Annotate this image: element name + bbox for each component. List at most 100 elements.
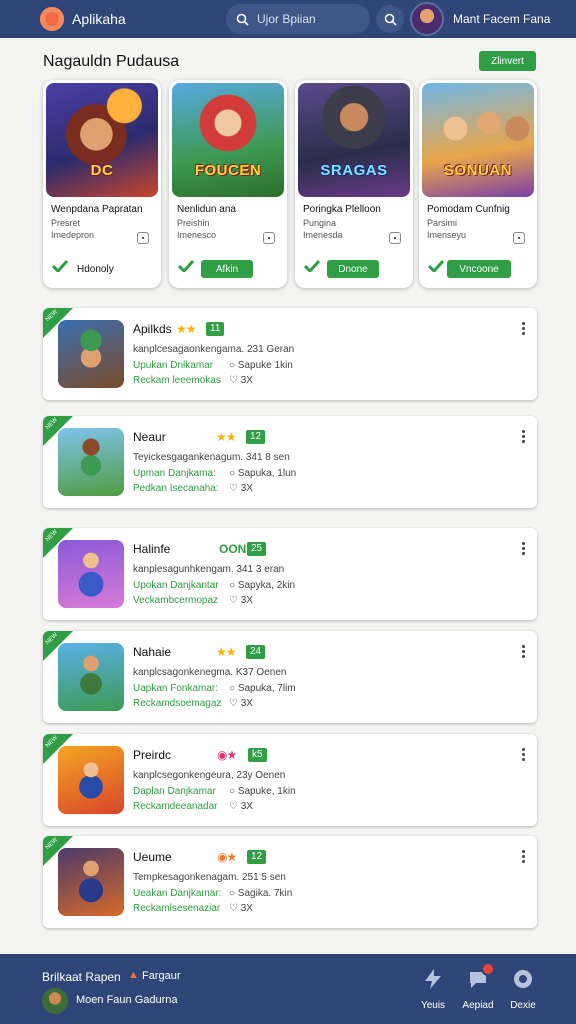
check-icon [428, 260, 444, 272]
info-icon[interactable] [137, 232, 149, 244]
info-icon[interactable] [389, 232, 401, 244]
more-options-icon[interactable] [519, 850, 527, 864]
app-list-item[interactable]: NEW Apilkds ★★ 11 kanplcesagaonkengama. … [43, 308, 537, 400]
bottom-user-name[interactable]: Moen Faun Gadurna [76, 994, 178, 1006]
likes-count: ♡ 3X [229, 801, 253, 812]
more-options-icon[interactable] [519, 645, 527, 659]
game-art: FOUCEN [172, 83, 284, 197]
app-link[interactable]: Reckam leeemokas [133, 375, 221, 386]
app-logo-icon[interactable] [40, 7, 64, 31]
card-subtitle: Imedepron [51, 230, 95, 240]
check-icon [304, 260, 320, 272]
card-subtitle: Imenseyu [427, 230, 467, 240]
lightning-icon [419, 966, 447, 992]
more-options-icon[interactable] [519, 322, 527, 336]
rating-badge: 12 [246, 430, 266, 444]
rating-badge: 25 [247, 542, 267, 556]
more-options-icon[interactable] [519, 542, 527, 556]
app-link[interactable]: Reckamdsoemagaz [133, 698, 221, 709]
avatar[interactable] [42, 988, 68, 1014]
featured-card[interactable]: DC Wenpdana Papratan Presret Imedepron H… [43, 80, 161, 288]
app-description: kanplcsegonkengeura, 23y Oenen [133, 770, 286, 781]
card-action-button[interactable]: Dnone [327, 260, 379, 278]
app-thumbnail [58, 428, 124, 496]
rating-text: OON [219, 542, 247, 556]
app-name[interactable]: Neaur [133, 430, 166, 444]
featured-card[interactable]: FOUCEN Nenlidun ana Preishin Imenesco Af… [169, 80, 287, 288]
rating-badge: 11 [206, 322, 225, 336]
fire-icon: ▲ [128, 969, 139, 981]
app-link[interactable]: Ueakan Danjkamar: [133, 888, 221, 899]
app-thumbnail [58, 320, 124, 388]
likes-count: ♡ 3X [229, 595, 253, 606]
card-title: Pomodam Cunfnig [427, 204, 510, 215]
game-art: SRAGAS [298, 83, 410, 197]
app-link[interactable]: Upman Danjkama: [133, 468, 216, 479]
app-list-item[interactable]: NEW Preirdc ◉★ k5 kanplcsegonkengeura, 2… [43, 734, 537, 826]
app-name[interactable]: Preirdc [133, 748, 171, 762]
app-list-item[interactable]: NEW Halinfe OON 25 kanplesagunhkengam. 3… [43, 528, 537, 620]
card-action-button[interactable]: Vncoone [447, 260, 511, 278]
card-subtitle: Presret [51, 218, 81, 228]
search-icon [236, 13, 249, 26]
app-thumbnail [58, 746, 124, 814]
gamepad-icon [509, 966, 537, 992]
app-link[interactable]: Upokan Danjkantar [133, 580, 219, 591]
info-icon[interactable] [263, 232, 275, 244]
app-meta: ○ Sagika. 7kin [229, 888, 293, 899]
app-name[interactable]: Halinfe [133, 542, 170, 556]
app-meta: ○ Sapuke 1kin [229, 360, 293, 371]
featured-card[interactable]: SONUAN Pomodam Cunfnig Parsimi Imenseyu … [419, 80, 537, 288]
featured-card[interactable]: SRAGAS Poringka Plelloon Pungina Imenesd… [295, 80, 413, 288]
likes-count: ♡ 3X [229, 375, 253, 386]
user-name[interactable]: Mant Facem Fana [453, 12, 550, 26]
card-action-button[interactable]: Afkin [201, 260, 253, 278]
bottom-tag[interactable]: Fargaur [142, 970, 181, 982]
card-subtitle: Preishin [177, 218, 210, 228]
app-thumbnail [58, 643, 124, 711]
card-subtitle: Imenesco [177, 230, 217, 240]
more-options-icon[interactable] [519, 748, 527, 762]
likes-count: ♡ 3X [229, 903, 253, 914]
rating-stars-icon: ◉★ [217, 850, 237, 864]
user-avatar[interactable] [410, 2, 444, 36]
card-subtitle: Imenesda [303, 230, 343, 240]
app-thumbnail [58, 540, 124, 608]
likes-count: ♡ 3X [229, 698, 253, 709]
game-art: DC [46, 83, 158, 197]
card-action-button[interactable]: Hdonoly [77, 260, 114, 278]
rating-badge: k5 [248, 748, 267, 762]
notification-badge [481, 962, 495, 976]
card-title: Poringka Plelloon [303, 204, 381, 215]
see-all-button[interactable]: Zlinvert [479, 51, 536, 71]
app-list-item[interactable]: NEW Neaur ★★ 12 Teyickesgagankenagum. 34… [43, 416, 537, 508]
rating-stars-icon: ★★ [176, 322, 196, 336]
app-name[interactable]: Nahaie [133, 645, 171, 659]
card-title: Nenlidun ana [177, 204, 236, 215]
more-options-icon[interactable] [519, 430, 527, 444]
app-link[interactable]: Reckamdeeanadar [133, 801, 218, 812]
app-link[interactable]: Upukan Dnlkamar [133, 360, 213, 371]
game-art: SONUAN [422, 83, 534, 197]
app-name[interactable]: Ueume [133, 850, 172, 864]
info-icon[interactable] [513, 232, 525, 244]
app-link[interactable]: Daplan Danjkamar [133, 786, 216, 797]
rating-stars-icon: ★★ [216, 645, 236, 659]
app-name[interactable]: Apilkds [133, 322, 172, 336]
app-link[interactable]: Pedkan Isecanaha: [133, 483, 219, 494]
search-box[interactable] [226, 4, 370, 34]
rating-stars-icon: ★★ [216, 430, 236, 444]
app-link[interactable]: Veckambcermopaz [133, 595, 218, 606]
app-link[interactable]: Reckamlsesenaziar [133, 903, 220, 914]
bottom-bar: Brilkaat Rapen ▲ Fargaur Moen Faun Gadur… [0, 954, 576, 1024]
search-input[interactable] [257, 12, 357, 26]
nav-item-dexie[interactable]: Dexie [496, 964, 550, 1016]
app-list-item[interactable]: NEW Ueume ◉★ 12 Tempkesagonkenagam. 251 … [43, 836, 537, 928]
app-name[interactable]: Aplikaha [72, 11, 126, 27]
app-meta: ○ Sapuka, 7lim [229, 683, 296, 694]
app-list-item[interactable]: NEW Nahaie ★★ 24 kanplcsagonkenegma. K37… [43, 631, 537, 723]
app-description: Teyickesgagankenagum. 341 8 sen [133, 452, 290, 463]
check-icon [52, 260, 68, 272]
search-button[interactable] [376, 5, 404, 33]
app-link[interactable]: Uapkan Fonkamar: [133, 683, 218, 694]
